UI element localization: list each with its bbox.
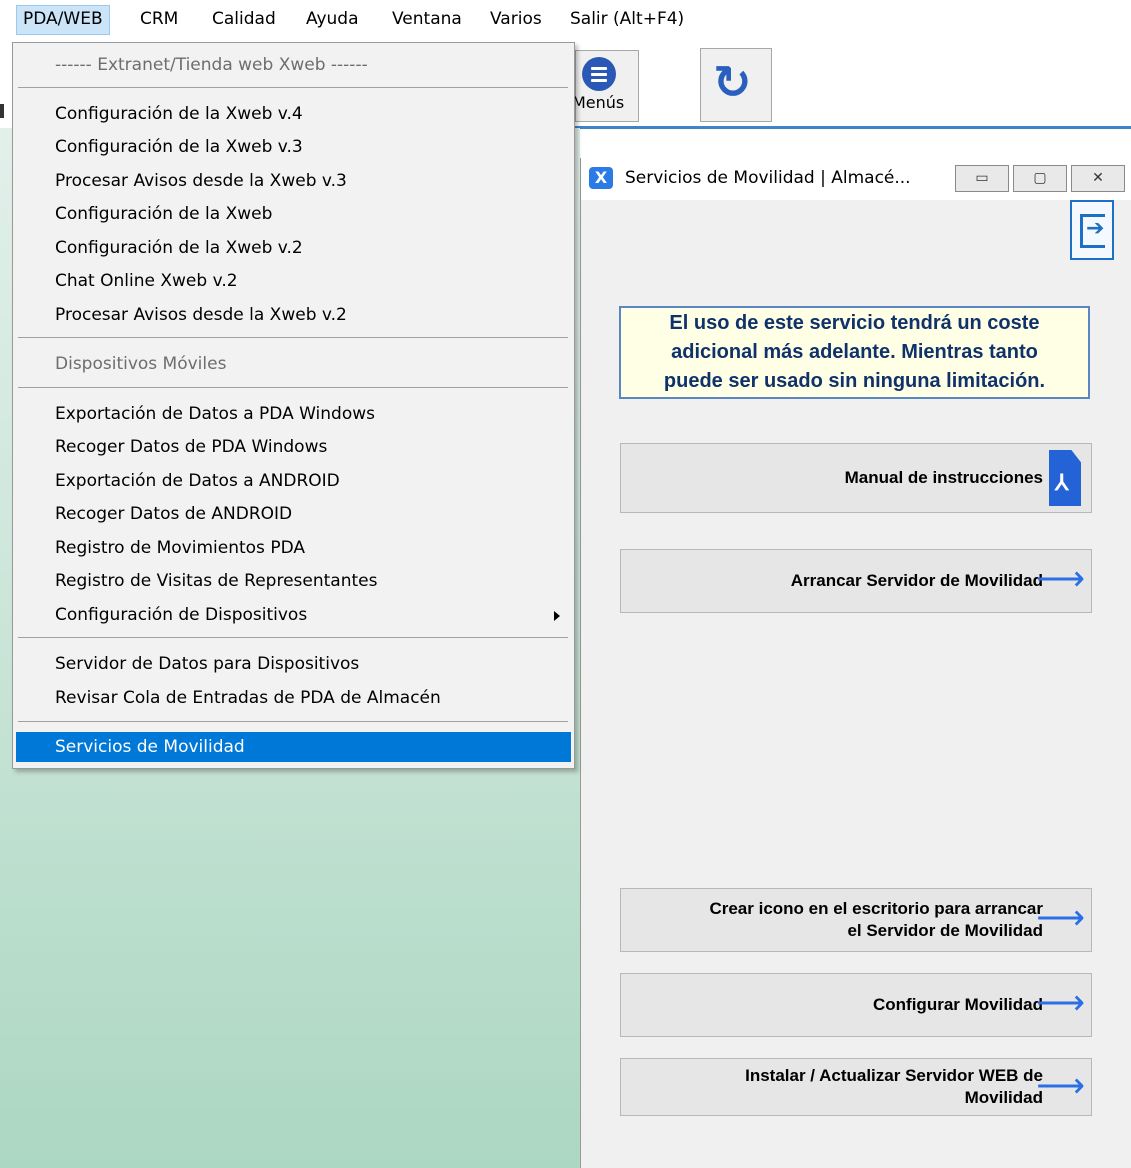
menu-item[interactable]: Configuración de la Xweb v.3 — [13, 132, 574, 162]
menu-varios[interactable]: Varios — [490, 9, 542, 29]
dropdown-header-label: ------ Extranet/Tienda web Xweb ------ — [55, 55, 368, 75]
pda-web-dropdown: ------ Extranet/Tienda web Xweb ------ C… — [12, 42, 575, 769]
close-button[interactable]: ✕ — [1071, 165, 1125, 192]
configurar-label: Configurar Movilidad — [873, 995, 1043, 1014]
menu-item-label: Configuración de la Xweb v.2 — [55, 238, 303, 258]
menu-item[interactable]: Recoger Datos de PDA Windows — [13, 432, 574, 462]
instalar-line-2: Movilidad — [964, 1088, 1043, 1107]
menu-item[interactable]: Procesar Avisos desde la Xweb v.2 — [13, 300, 574, 330]
menu-item-label: Revisar Cola de Entradas de PDA de Almac… — [55, 688, 441, 708]
menu-item[interactable]: Registro de Movimientos PDA — [13, 533, 574, 563]
crear-icono-line-1: Crear icono en el escritorio para arranc… — [709, 899, 1043, 918]
menu-item[interactable]: Exportación de Datos a PDA Windows — [13, 399, 574, 429]
menu-ventana[interactable]: Ventana — [392, 9, 462, 29]
menu-item-label: Exportación de Datos a ANDROID — [55, 471, 340, 491]
exit-arrow-icon: ➔ — [1086, 216, 1105, 241]
app-x-icon: X — [589, 167, 613, 189]
exit-button[interactable]: ➔ — [1070, 200, 1114, 260]
arrow-right-icon: ⟶ — [1036, 899, 1085, 937]
menu-item-label: Procesar Avisos desde la Xweb v.3 — [55, 171, 347, 191]
menu-item-label: Exportación de Datos a PDA Windows — [55, 404, 375, 424]
menu-item-label: Registro de Visitas de Representantes — [55, 571, 378, 591]
dropdown-header-xweb: ------ Extranet/Tienda web Xweb ------ — [13, 50, 574, 80]
instalar-line-1: Instalar / Actualizar Servidor WEB de — [745, 1066, 1043, 1085]
menu-item[interactable]: Configuración de la Xweb v.2 — [13, 233, 574, 263]
menu-item[interactable]: Chat Online Xweb v.2 — [13, 266, 574, 296]
dropdown-header-dispositivos: Dispositivos Móviles — [13, 349, 574, 379]
window-title: Servicios de Movilidad | Almacé... — [625, 168, 911, 188]
menu-calidad[interactable]: Calidad — [212, 9, 276, 29]
menu-list-icon — [582, 57, 616, 91]
menu-item-label: Configuración de la Xweb v.4 — [55, 104, 303, 124]
menu-item[interactable]: Revisar Cola de Entradas de PDA de Almac… — [13, 683, 574, 713]
menu-item[interactable]: Registro de Visitas de Representantes — [13, 566, 574, 596]
menu-separator — [18, 387, 568, 388]
menu-salir[interactable]: Salir (Alt+F4) — [570, 9, 684, 29]
notice-line-2: adicional más adelante. Mientras tanto — [671, 341, 1038, 363]
notice-line-3: puede ser usado sin ninguna limitación. — [663, 370, 1046, 392]
configurar-movilidad-button[interactable]: Configurar Movilidad ⟶ — [620, 973, 1092, 1037]
menu-pda-web[interactable]: PDA/WEB — [16, 5, 110, 35]
menu-item-label: Registro de Movimientos PDA — [55, 538, 305, 558]
toolbar-divider — [575, 126, 1131, 129]
arrow-right-icon: ⟶ — [1036, 984, 1085, 1022]
menu-separator — [18, 637, 568, 638]
menu-bar: PDA/WEB CRM Calidad Ayuda Ventana Varios… — [0, 0, 1131, 38]
cost-notice: El uso de este servicio tendrá un coste … — [619, 306, 1090, 399]
menu-item[interactable]: Configuración de la Xweb — [13, 199, 574, 229]
maximize-button[interactable]: ▢ — [1013, 165, 1067, 192]
manual-button[interactable]: Manual de instrucciones ⅄ — [620, 443, 1092, 513]
menu-item[interactable]: Servidor de Datos para Dispositivos — [13, 649, 574, 679]
menu-separator — [18, 337, 568, 338]
arrow-right-icon: ⟶ — [1036, 560, 1085, 598]
window-titlebar[interactable]: X Servicios de Movilidad | Almacé... ▭ ▢… — [581, 158, 1131, 200]
menus-label: Menús — [572, 93, 625, 112]
pdf-icon: ⅄ — [1049, 450, 1081, 506]
crear-icono-line-2: el Servidor de Movilidad — [847, 921, 1043, 940]
menu-separator — [18, 721, 568, 722]
minimize-button[interactable]: ▭ — [955, 165, 1009, 192]
menu-item-label: Recoger Datos de PDA Windows — [55, 437, 328, 457]
refresh-button[interactable]: ↻ — [700, 48, 772, 122]
menu-item-servicios-movilidad[interactable]: Servicios de Movilidad — [16, 732, 571, 762]
arrancar-servidor-button[interactable]: Arrancar Servidor de Movilidad ⟶ — [620, 549, 1092, 613]
arrancar-label: Arrancar Servidor de Movilidad — [790, 571, 1043, 590]
menu-item-configuracion-dispositivos[interactable]: Configuración de Dispositivos — [13, 600, 574, 630]
arrow-right-icon: ⟶ — [1036, 1067, 1085, 1105]
crear-icono-button[interactable]: Crear icono en el escritorio para arranc… — [620, 888, 1092, 952]
manual-label: Manual de instrucciones — [844, 468, 1043, 487]
submenu-arrow-icon — [554, 611, 560, 621]
menu-item[interactable]: Procesar Avisos desde la Xweb v.3 — [13, 166, 574, 196]
section-header-label: Dispositivos Móviles — [55, 354, 227, 374]
menu-item-label: Servidor de Datos para Dispositivos — [55, 654, 360, 674]
menu-item[interactable]: Configuración de la Xweb v.4 — [13, 99, 574, 129]
notice-line-1: El uso de este servicio tendrá un coste — [669, 312, 1040, 334]
menu-item[interactable]: Exportación de Datos a ANDROID — [13, 466, 574, 496]
menu-item-label: Chat Online Xweb v.2 — [55, 271, 238, 291]
refresh-icon: ↻ — [713, 55, 752, 109]
menu-item-label: Recoger Datos de ANDROID — [55, 504, 293, 524]
menu-separator — [18, 87, 568, 88]
menu-item-label: Configuración de Dispositivos — [55, 605, 308, 625]
menus-button[interactable]: Menús — [572, 50, 639, 122]
menu-crm[interactable]: CRM — [140, 9, 178, 29]
menu-item[interactable]: Recoger Datos de ANDROID — [13, 499, 574, 529]
menu-item-label: Configuración de la Xweb v.3 — [55, 137, 303, 157]
menu-ayuda[interactable]: Ayuda — [306, 9, 359, 29]
instalar-servidor-web-button[interactable]: Instalar / Actualizar Servidor WEB de Mo… — [620, 1058, 1092, 1116]
menu-item-label: Configuración de la Xweb — [55, 204, 273, 224]
toolbar-edge-marker — [0, 104, 4, 118]
movilidad-window: X Servicios de Movilidad | Almacé... ▭ ▢… — [580, 158, 1131, 1168]
crear-icono-label: Crear icono en el escritorio para arranc… — [709, 898, 1043, 942]
menu-item-label: Procesar Avisos desde la Xweb v.2 — [55, 305, 347, 325]
instalar-label: Instalar / Actualizar Servidor WEB de Mo… — [745, 1065, 1043, 1109]
menu-item-label: Servicios de Movilidad — [55, 737, 245, 757]
